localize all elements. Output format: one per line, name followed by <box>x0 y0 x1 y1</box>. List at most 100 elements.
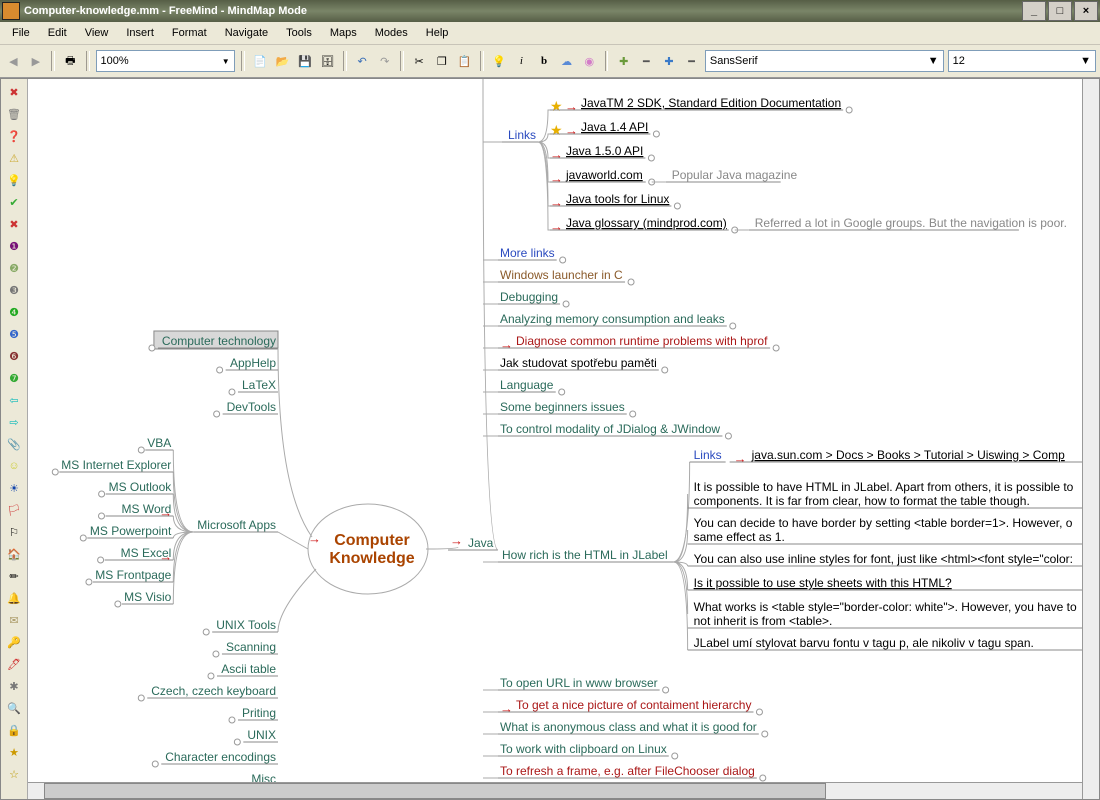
sidebar-icon-16[interactable]: 📎 <box>5 435 23 453</box>
mindmap-node[interactable]: MS Outlook <box>109 480 173 494</box>
maximize-button[interactable]: □ <box>1048 1 1072 21</box>
sidebar-icon-1[interactable]: 🗑 <box>5 105 23 123</box>
mindmap-node[interactable]: Jak studovat spotřebu paměti <box>500 356 657 370</box>
menu-navigate[interactable]: Navigate <box>217 25 276 41</box>
sidebar-icon-13[interactable]: ❼ <box>5 369 23 387</box>
mindmap-node[interactable]: Popular Java magazine <box>672 168 798 182</box>
sidebar-icon-18[interactable]: ☀ <box>5 479 23 497</box>
mindmap-node[interactable]: Misc <box>251 772 276 782</box>
sidebar-icon-7[interactable]: ❶ <box>5 237 23 255</box>
menu-tools[interactable]: Tools <box>278 25 320 41</box>
sidebar-icon-30[interactable]: ★ <box>5 743 23 761</box>
menu-help[interactable]: Help <box>418 25 457 41</box>
print-icon[interactable]: 🖶 <box>61 51 80 71</box>
sidebar-icon-25[interactable]: 🔑 <box>5 633 23 651</box>
sidebar-icon-26[interactable]: 🖊 <box>5 655 23 673</box>
mindmap-node[interactable]: Priting <box>242 706 276 720</box>
mindmap-node[interactable]: Links <box>508 128 536 142</box>
history-back-icon[interactable]: ◀ <box>4 51 23 71</box>
sidebar-icon-28[interactable]: 🔍 <box>5 699 23 717</box>
mindmap-node[interactable]: You can decide to have border by setting… <box>694 516 1073 544</box>
mindmap-node[interactable]: Is it possible to use style sheets with … <box>694 576 952 590</box>
mindmap-node[interactable]: Java <box>468 536 494 550</box>
mindmap-node[interactable]: It is possible to have HTML in JLabel. A… <box>694 480 1074 508</box>
menu-format[interactable]: Format <box>164 25 215 41</box>
mindmap-node[interactable]: Language <box>500 378 554 392</box>
sidebar-icon-2[interactable]: ❓ <box>5 127 23 145</box>
mindmap-node[interactable]: Java glossary (mindprod.com) <box>566 216 727 230</box>
sidebar-icon-3[interactable]: ⚠ <box>5 149 23 167</box>
sidebar-icon-0[interactable]: ✖ <box>5 83 23 101</box>
mindmap-node[interactable]: Analyzing memory consumption and leaks <box>500 312 725 326</box>
mindmap-node[interactable]: Diagnose common runtime problems with hp… <box>516 334 768 348</box>
sidebar-icon-17[interactable]: ☺ <box>5 457 23 475</box>
minimize-button[interactable]: _ <box>1022 1 1046 21</box>
mindmap-node[interactable]: Java tools for Linux <box>566 192 669 206</box>
mindmap-node[interactable]: UNIX Tools <box>216 618 276 632</box>
menu-maps[interactable]: Maps <box>322 25 365 41</box>
sidebar-icon-8[interactable]: ❷ <box>5 259 23 277</box>
mindmap-node[interactable]: Character encodings <box>165 750 276 764</box>
font-family-select[interactable]: SansSerif ▼ <box>705 50 944 72</box>
idea-icon[interactable]: 💡 <box>490 51 509 71</box>
remove-node-icon[interactable]: ━ <box>637 51 656 71</box>
save-icon[interactable]: 💾 <box>296 51 315 71</box>
mindmap-canvas[interactable]: →ComputerKnowledge→JavaLinks★→JavaTM 2 S… <box>28 79 1082 782</box>
bold-icon[interactable]: b <box>535 51 554 71</box>
mindmap-node[interactable]: DevTools <box>227 400 276 414</box>
mindmap-node[interactable]: What works is <table style="border-color… <box>694 600 1077 628</box>
mindmap-node[interactable]: To open URL in www browser <box>500 676 658 690</box>
mindmap-node[interactable]: Links <box>694 448 722 462</box>
sidebar-icon-20[interactable]: ⚐ <box>5 523 23 541</box>
history-fwd-icon[interactable]: ▶ <box>27 51 46 71</box>
mindmap-node[interactable]: To get a nice picture of contaiment hier… <box>516 698 751 712</box>
sidebar-icon-6[interactable]: ✖ <box>5 215 23 233</box>
sidebar-icon-22[interactable]: ✏ <box>5 567 23 585</box>
sidebar-icon-19[interactable]: 🏳 <box>5 501 23 519</box>
mindmap-node[interactable]: To work with clipboard on Linux <box>500 742 667 756</box>
open-file-icon[interactable]: 📂 <box>273 51 292 71</box>
horizontal-scrollbar[interactable] <box>28 782 1082 799</box>
undo-icon[interactable]: ↶ <box>353 51 372 71</box>
copy-icon[interactable]: ❐ <box>432 51 451 71</box>
mindmap-node[interactable]: AppHelp <box>230 356 276 370</box>
sidebar-icon-4[interactable]: 💡 <box>5 171 23 189</box>
menu-view[interactable]: View <box>77 25 117 41</box>
save-all-icon[interactable]: 🗄 <box>318 51 337 71</box>
font-size-select[interactable]: 12 ▼ <box>948 50 1096 72</box>
sidebar-icon-27[interactable]: ✱ <box>5 677 23 695</box>
menu-modes[interactable]: Modes <box>367 25 416 41</box>
sidebar-icon-23[interactable]: 🔔 <box>5 589 23 607</box>
mindmap-node[interactable]: Java 1.5.0 API <box>566 144 643 158</box>
cloud-icon[interactable]: ☁ <box>557 51 576 71</box>
mindmap-node[interactable]: Some beginners issues <box>500 400 625 414</box>
color-icon[interactable]: ◉ <box>580 51 599 71</box>
menu-file[interactable]: File <box>4 25 38 41</box>
mindmap-node[interactable]: You can also use inline styles for font,… <box>694 552 1073 566</box>
mindmap-node[interactable]: Java 1.4 API <box>581 120 648 134</box>
italic-icon[interactable]: i <box>512 51 531 71</box>
mindmap-node[interactable]: MS Word <box>122 502 172 516</box>
close-button[interactable]: × <box>1074 1 1098 21</box>
mindmap-node[interactable]: Ascii table <box>221 662 276 676</box>
sidebar-icon-15[interactable]: ⇨ <box>5 413 23 431</box>
sidebar-icon-10[interactable]: ❹ <box>5 303 23 321</box>
sidebar-icon-31[interactable]: ☆ <box>5 765 23 783</box>
mindmap-node[interactable]: JavaTM 2 SDK, Standard Edition Documenta… <box>581 96 841 110</box>
add-child-icon[interactable]: ✚ <box>614 51 633 71</box>
mindmap-node[interactable]: How rich is the HTML in JLabel <box>502 548 668 562</box>
mindmap-node[interactable]: Referred a lot in Google groups. But the… <box>755 216 1067 230</box>
mindmap-node[interactable]: More links <box>500 246 555 260</box>
sidebar-icon-5[interactable]: ✔ <box>5 193 23 211</box>
mindmap-node[interactable]: Microsoft Apps <box>197 518 276 532</box>
paste-icon[interactable]: 📋 <box>455 51 474 71</box>
mindmap-node[interactable]: UNIX <box>247 728 276 742</box>
mindmap-node[interactable]: LaTeX <box>242 378 276 392</box>
mindmap-node[interactable]: Windows launcher in C <box>500 268 623 282</box>
mindmap-node[interactable]: javaworld.com <box>565 168 643 182</box>
sidebar-icon-11[interactable]: ❺ <box>5 325 23 343</box>
mindmap-node[interactable]: To control modality of JDialog & JWindow <box>500 422 720 436</box>
mindmap-node[interactable]: To refresh a frame, e.g. after FileChoos… <box>500 764 755 778</box>
mindmap-node[interactable]: MS Internet Explorer <box>61 458 171 472</box>
mindmap-node[interactable]: MS Frontpage <box>95 568 171 582</box>
